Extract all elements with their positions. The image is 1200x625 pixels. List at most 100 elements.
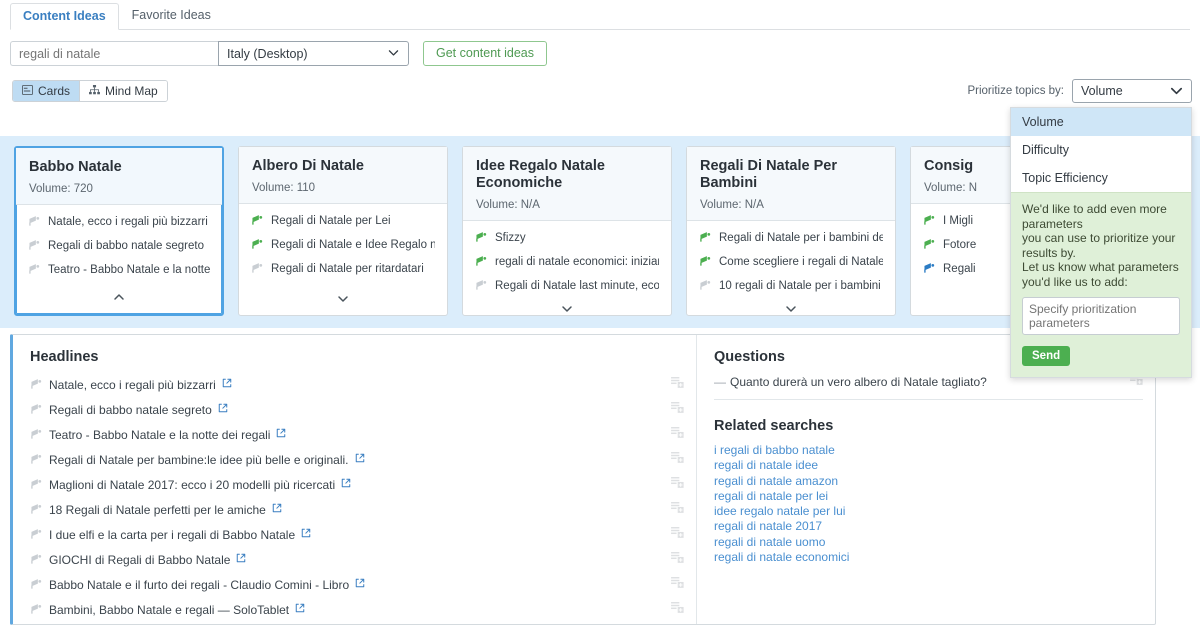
topic-card-item[interactable]: Teatro - Babbo Natale e la notte dei re [28, 263, 210, 278]
related-search-link[interactable]: regali di natale per lei [714, 489, 1143, 504]
add-to-list-icon[interactable] [671, 402, 684, 417]
topic-card-expand-toggle[interactable] [687, 303, 895, 325]
related-search-link[interactable]: regali di natale economici [714, 550, 1143, 565]
topic-card[interactable]: Regali Di Natale Per Bambini Volume: N/A R… [686, 146, 896, 316]
tab-favorite-ideas[interactable]: Favorite Ideas [119, 2, 224, 29]
topic-card-item[interactable]: Regali di Natale e Idee Regalo natalizi [251, 238, 435, 253]
flag-icon [251, 214, 264, 229]
add-to-list-icon[interactable] [671, 477, 684, 492]
headline-row[interactable]: Maglioni di Natale 2017: ecco i 20 model… [30, 474, 684, 495]
headline-row[interactable]: Babbo Natale e il furto dei regali - Cla… [30, 574, 684, 595]
topic-card-item[interactable]: Sfizzy [475, 231, 659, 246]
topic-card-header: Babbo Natale Volume: 720 [16, 148, 222, 205]
view-toggle-cards[interactable]: Cards [13, 81, 81, 101]
external-link-icon[interactable] [236, 553, 246, 566]
feedback-textarea[interactable] [1022, 297, 1180, 335]
headline-label: Regali di Natale per bambine:le idee più… [49, 452, 349, 467]
headline-row[interactable]: Natale, ecco i regali più bizzarri [30, 374, 684, 395]
add-to-list-icon[interactable] [671, 427, 684, 442]
dropdown-option-difficulty[interactable]: Difficulty [1011, 136, 1191, 164]
section-divider [714, 399, 1143, 400]
prioritize-select-value: Volume [1081, 84, 1123, 98]
headline-row[interactable]: Regali di Natale per bambine:le idee più… [30, 449, 684, 470]
topic-card-item[interactable]: Natale, ecco i regali più bizzarri [28, 215, 210, 230]
add-to-list-icon[interactable] [671, 452, 684, 467]
flag-icon [923, 262, 936, 277]
database-select-value: Italy (Desktop) [227, 46, 308, 61]
add-to-list-icon[interactable] [671, 377, 684, 392]
headline-row[interactable]: I due elfi e la carta per i regali di Ba… [30, 524, 684, 545]
external-link-icon[interactable] [341, 478, 351, 491]
view-toggle-mindmap[interactable]: Mind Map [80, 81, 167, 101]
topic-card-item[interactable]: 10 regali di Natale per i bambini [699, 279, 883, 294]
external-link-icon[interactable] [301, 528, 311, 541]
chevron-down-icon [387, 46, 400, 62]
topic-card-item[interactable]: Regali di Natale per Lei [251, 214, 435, 229]
topic-card-header: Regali Di Natale Per Bambini Volume: N/A [687, 147, 895, 221]
external-link-icon[interactable] [355, 578, 365, 591]
dropdown-option-topic-efficiency[interactable]: Topic Efficiency [1011, 164, 1191, 192]
topic-card-item-label: regali di natale economici: iniziamo a p [495, 256, 659, 268]
related-search-link[interactable]: i regali di babbo natale [714, 443, 1143, 458]
headline-row[interactable]: Regali di babbo natale segreto [30, 399, 684, 420]
external-link-icon[interactable] [222, 378, 232, 391]
topic-card-body: Sfizzy regali di natale economici: inizia… [463, 221, 671, 303]
flag-icon [30, 603, 43, 617]
related-searches-list: i regali di babbo natale regali di natale… [714, 443, 1143, 565]
related-search-link[interactable]: regali di natale uomo [714, 535, 1143, 550]
topic-card-expand-toggle[interactable] [239, 293, 447, 315]
topic-card-item[interactable]: Regali di babbo natale segreto [28, 239, 210, 254]
headline-label: Maglioni di Natale 2017: ecco i 20 model… [49, 477, 336, 492]
external-link-icon[interactable] [272, 503, 282, 516]
tab-content-ideas[interactable]: Content Ideas [10, 3, 119, 30]
topic-card-item[interactable]: Regali di Natale per i bambini delle am [699, 231, 883, 246]
topic-card-header: Albero Di Natale Volume: 110 [239, 147, 447, 204]
feedback-promo-text: We'd like to add even more parameters yo… [1022, 202, 1179, 289]
add-to-list-icon[interactable] [671, 552, 684, 567]
flag-icon [923, 214, 936, 229]
topic-card-title: Albero Di Natale [252, 158, 364, 174]
topic-card[interactable]: Babbo Natale Volume: 720 Natale, ecco i re… [14, 146, 224, 316]
prioritize-control: Prioritize topics by: Volume [967, 79, 1192, 103]
topic-card-item[interactable]: regali di natale economici: iniziamo a p [475, 255, 659, 270]
related-search-link[interactable]: regali di natale idee [714, 458, 1143, 473]
flag-icon [30, 453, 43, 467]
flag-icon [28, 263, 41, 278]
topic-card-expand-toggle[interactable] [463, 303, 671, 325]
topic-card-expand-toggle[interactable] [16, 292, 222, 314]
headline-row[interactable]: Bambini, Babbo Natale e regali — SoloTab… [30, 599, 684, 620]
add-to-list-icon[interactable] [671, 527, 684, 542]
topic-card-item-label: Teatro - Babbo Natale e la notte dei re [48, 264, 210, 276]
topic-card-item[interactable]: Come scegliere i regali di Natale? I con [699, 255, 883, 270]
database-select[interactable]: Italy (Desktop) [218, 41, 409, 66]
headlines-list: Natale, ecco i regali più bizzarri Regali… [30, 374, 684, 620]
feedback-send-button[interactable]: Send [1022, 346, 1071, 366]
headline-row[interactable]: GIOCHI di Regali di Babbo Natale [30, 549, 684, 570]
keyword-input[interactable] [10, 41, 218, 66]
topic-card-item-label: Regali di Natale e Idee Regalo natalizi [271, 239, 435, 251]
add-to-list-icon[interactable] [671, 577, 684, 592]
topic-card[interactable]: Albero Di Natale Volume: 110 Regali di Nat… [238, 146, 448, 316]
topic-card-volume: Volume: 720 [29, 183, 93, 195]
headline-row[interactable]: Teatro - Babbo Natale e la notte dei reg… [30, 424, 684, 445]
prioritize-select[interactable]: Volume [1072, 79, 1192, 103]
headline-row[interactable]: 18 Regali di Natale perfetti per le amic… [30, 499, 684, 520]
get-content-ideas-button[interactable]: Get content ideas [423, 41, 547, 66]
related-search-link[interactable]: regali di natale 2017 [714, 519, 1143, 534]
external-link-icon[interactable] [355, 453, 365, 466]
related-search-link[interactable]: idee regalo natale per lui [714, 504, 1143, 519]
add-to-list-icon[interactable] [671, 602, 684, 617]
dash-icon: — [714, 374, 726, 389]
topic-card-item-label: Regali di Natale last minute, economic [495, 280, 659, 292]
dropdown-option-volume[interactable]: Volume [1011, 108, 1191, 136]
external-link-icon[interactable] [218, 403, 228, 416]
topic-card[interactable]: Idee Regalo Natale Economiche Volume: N/A… [462, 146, 672, 316]
external-link-icon[interactable] [295, 603, 305, 616]
topic-card-item[interactable]: Regali di Natale per ritardatari [251, 262, 435, 277]
headline-text-wrap: I due elfi e la carta per i regali di Ba… [30, 528, 671, 542]
add-to-list-icon[interactable] [671, 502, 684, 517]
topic-card-item[interactable]: Regali di Natale last minute, economic [475, 279, 659, 294]
view-toggle: Cards Mind Map [12, 80, 168, 102]
related-search-link[interactable]: regali di natale amazon [714, 474, 1143, 489]
external-link-icon[interactable] [276, 428, 286, 441]
